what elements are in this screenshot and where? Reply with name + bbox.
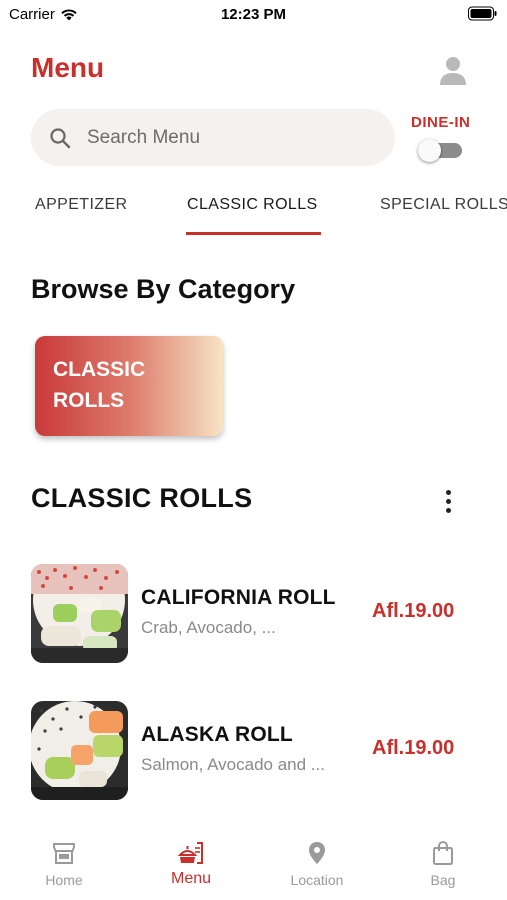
- menu-item[interactable]: ALASKA ROLL Salmon, Avocado and ... Afl.…: [31, 701, 477, 800]
- more-dot: [445, 498, 451, 504]
- nav-label: Location: [290, 872, 344, 888]
- category-card-classic-rolls[interactable]: CLASSIC ROLLS: [35, 336, 223, 436]
- nav-label: Bag: [430, 872, 456, 888]
- battery-icon: [468, 6, 497, 21]
- toggle-thumb: [418, 139, 441, 162]
- nav-label: Home: [45, 872, 83, 888]
- store-icon: [53, 843, 75, 864]
- more-dot: [445, 489, 451, 495]
- shopping-bag-icon: [433, 841, 453, 865]
- dine-in-label: DINE-IN: [411, 114, 471, 131]
- menu-food-icon: [178, 842, 203, 864]
- item-image: [31, 564, 128, 663]
- tab-classic-rolls[interactable]: CLASSIC ROLLS: [187, 196, 318, 214]
- tab-special-rolls[interactable]: SPECIAL ROLLS: [380, 196, 507, 214]
- profile-button[interactable]: [437, 54, 469, 86]
- item-description: Crab, Avocado, ...: [141, 618, 276, 637]
- search-icon: [50, 127, 71, 148]
- page-title: Menu: [31, 52, 105, 83]
- search-bar[interactable]: [31, 109, 395, 166]
- category-card-label: CLASSIC ROLLS: [53, 358, 146, 412]
- menu-item[interactable]: CALIFORNIA ROLL Crab, Avocado, ... Afl.1…: [31, 564, 477, 663]
- nav-home[interactable]: Home: [14, 840, 114, 888]
- category-tabs: APPETIZER CLASSIC ROLLS SPECIAL ROLLS: [0, 186, 507, 238]
- item-price: Afl.19.00: [372, 600, 455, 622]
- nav-label: Menu: [170, 870, 212, 887]
- clock: 12:23 PM: [220, 6, 287, 23]
- bottom-navigation: Home Menu Location Bag: [0, 830, 507, 900]
- status-bar: Carrier 12:23 PM: [0, 0, 507, 30]
- active-tab-indicator: [186, 232, 321, 235]
- dine-in-toggle[interactable]: [418, 139, 462, 162]
- more-dot: [445, 507, 451, 513]
- tab-appetizer[interactable]: APPETIZER: [35, 196, 128, 214]
- item-image: [31, 701, 128, 800]
- nav-menu[interactable]: Menu: [141, 840, 241, 888]
- browse-heading: Browse By Category: [31, 274, 296, 304]
- item-description: Salmon, Avocado and ...: [141, 755, 325, 774]
- more-options-button[interactable]: [438, 487, 458, 515]
- user-icon: [440, 57, 466, 85]
- section-heading: CLASSIC ROLLS: [31, 483, 253, 513]
- search-input[interactable]: [87, 126, 367, 149]
- nav-bag[interactable]: Bag: [393, 840, 493, 888]
- location-pin-icon: [309, 842, 325, 864]
- nav-location[interactable]: Location: [267, 840, 367, 888]
- item-name: ALASKA ROLL: [141, 723, 293, 746]
- item-name: CALIFORNIA ROLL: [141, 586, 336, 609]
- item-price: Afl.19.00: [372, 737, 455, 759]
